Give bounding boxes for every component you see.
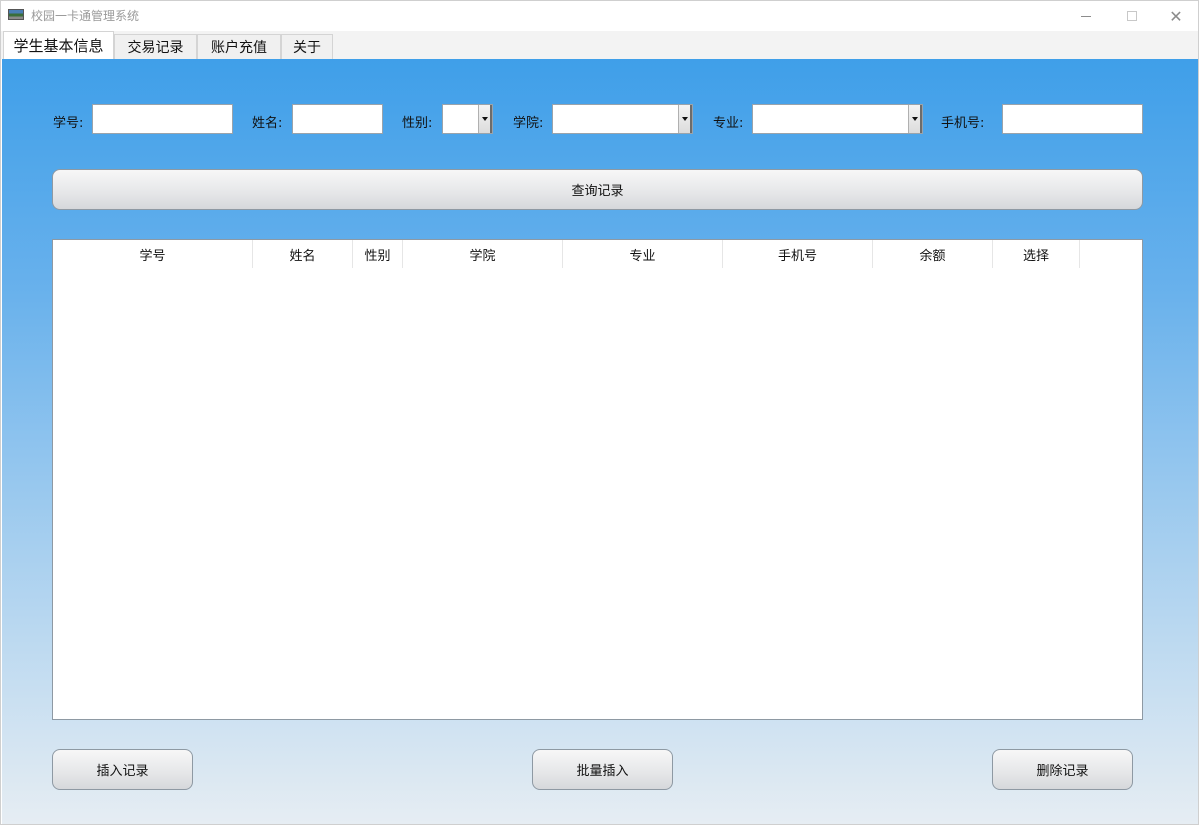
gender-label: 性别: [402,116,433,131]
college-select[interactable] [552,104,693,134]
chevron-down-icon [911,117,918,121]
window-title: 校园一卡通管理系统 [31,9,140,23]
table-header: 学号 姓名 性别 学院 专业 手机号 余额 选择 [53,240,1081,268]
close-icon: ✕ [1169,6,1183,26]
tab-about[interactable]: 关于 [281,34,333,59]
title-bar: 校园一卡通管理系统 ✕ [1,1,1198,31]
tab-transactions[interactable]: 交易记录 [114,34,197,59]
chevron-down-icon [681,117,688,121]
major-label: 专业: [713,116,744,131]
query-button[interactable]: 查询记录 [52,169,1143,210]
column-header-balance[interactable]: 余额 [873,240,993,268]
column-header-phone[interactable]: 手机号 [723,240,873,268]
major-dropdown-button[interactable] [908,105,922,133]
column-header-major[interactable]: 专业 [563,240,723,268]
chevron-down-icon [481,117,488,121]
column-header-college[interactable]: 学院 [403,240,563,268]
student-table[interactable]: 学号 姓名 性别 学院 专业 手机号 余额 选择 [52,239,1143,720]
phone-input[interactable] [1002,104,1143,134]
gender-dropdown-button[interactable] [478,105,492,133]
gender-select[interactable] [442,104,493,134]
column-header-gender[interactable]: 性别 [353,240,403,268]
column-header-student-id[interactable]: 学号 [53,240,253,268]
student-id-label: 学号: [53,116,84,131]
batch-insert-button[interactable]: 批量插入 [532,749,673,790]
app-icon [8,9,24,20]
close-button[interactable]: ✕ [1153,1,1199,31]
tab-recharge[interactable]: 账户充值 [197,34,281,59]
minimize-button[interactable] [1063,1,1109,31]
name-input[interactable] [292,104,383,134]
column-header-select[interactable]: 选择 [993,240,1080,268]
app-window: 校园一卡通管理系统 ✕ 学生基本信息 交易记录 账户充值 关于 学号: 姓名: … [0,0,1199,825]
name-label: 姓名: [252,116,283,131]
minimize-icon [1081,15,1091,17]
tab-student-info[interactable]: 学生基本信息 [3,31,114,59]
phone-label: 手机号: [941,116,985,131]
maximize-icon [1127,11,1137,21]
student-id-input[interactable] [92,104,233,134]
delete-record-button[interactable]: 删除记录 [992,749,1133,790]
major-select[interactable] [752,104,923,134]
college-label: 学院: [513,116,544,131]
column-header-name[interactable]: 姓名 [253,240,353,268]
student-info-panel: 学号: 姓名: 性别: 学院: 专业: 手机号: 查询记录 学号 姓名 性别 学… [2,59,1198,824]
maximize-button[interactable] [1109,1,1155,31]
insert-record-button[interactable]: 插入记录 [52,749,193,790]
college-dropdown-button[interactable] [678,105,692,133]
